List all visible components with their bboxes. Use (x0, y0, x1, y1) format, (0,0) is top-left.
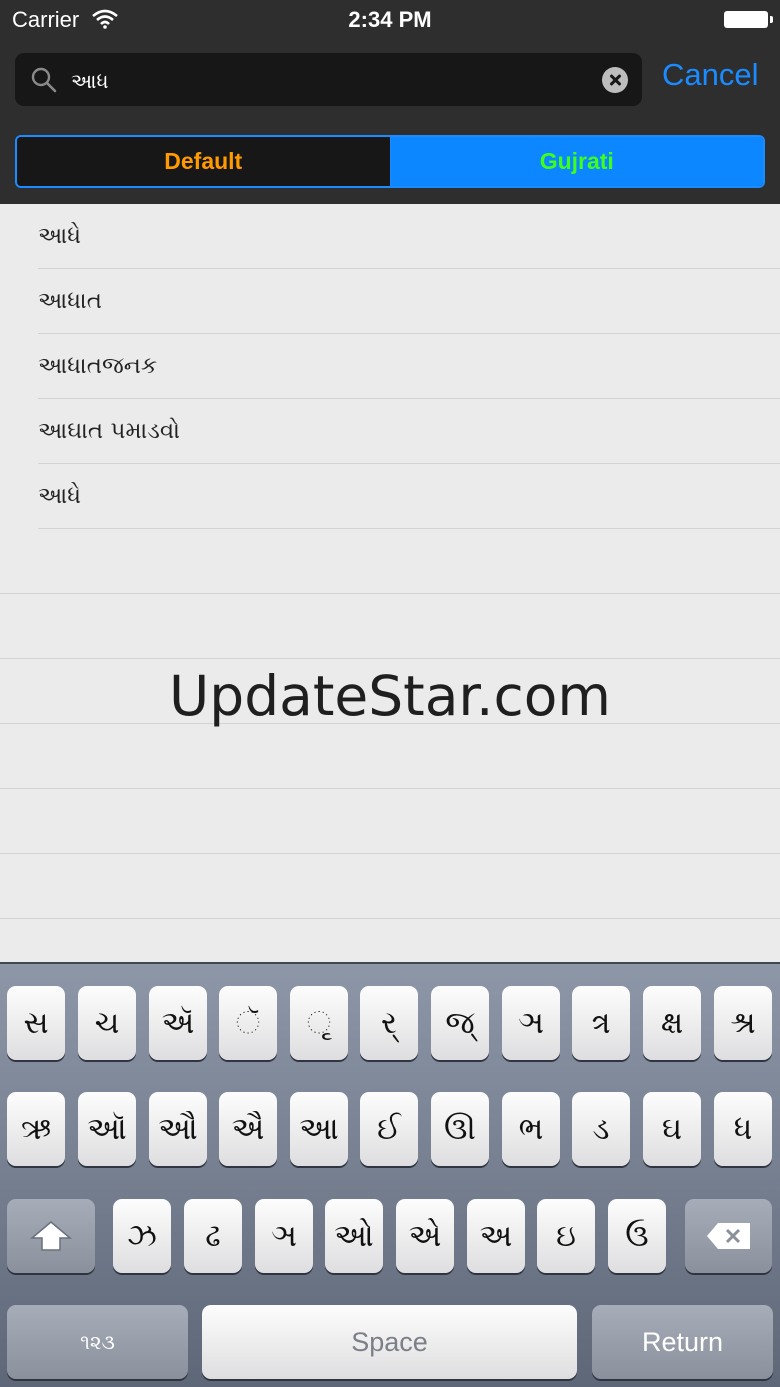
numbers-key[interactable]: ૧૨૩ (7, 1305, 188, 1379)
status-time: 2:34 PM (348, 7, 432, 32)
key[interactable]: ઓ (325, 1199, 383, 1273)
key[interactable]: જ્ (431, 986, 489, 1060)
battery-icon (724, 11, 773, 28)
space-key[interactable]: Space (202, 1305, 577, 1379)
empty-row (0, 789, 780, 854)
list-item[interactable]: આધાતજનક (38, 334, 780, 399)
key[interactable]: ઉ (608, 1199, 666, 1273)
watermark: UpdateStar.com (169, 664, 611, 728)
segment-gujrati[interactable]: Gujrati (390, 137, 763, 186)
segment-default[interactable]: Default (17, 137, 391, 186)
empty-row (0, 724, 780, 789)
key[interactable]: ઇ (537, 1199, 595, 1273)
list-item[interactable]: આધાત (38, 269, 780, 334)
search-header: Cancel Default Gujrati (0, 40, 780, 204)
key[interactable]: ઘ (643, 1092, 701, 1166)
clear-icon[interactable] (602, 67, 628, 93)
key[interactable]: ધ (714, 1092, 772, 1166)
key[interactable]: સ (7, 986, 65, 1060)
search-icon (31, 67, 57, 93)
key[interactable]: ઈ (360, 1092, 418, 1166)
key[interactable]: ચ (78, 986, 136, 1060)
results-list: આધે આધાત આધાતજનક આઘાત પમાડવો આધે UpdateS… (0, 204, 780, 962)
return-key[interactable]: Return (592, 1305, 773, 1379)
backspace-icon (706, 1223, 750, 1249)
key[interactable]: ત્ર (572, 986, 630, 1060)
key[interactable]: અ (467, 1199, 525, 1273)
search-input[interactable] (69, 63, 593, 99)
key[interactable]: ડ (572, 1092, 630, 1166)
search-field[interactable] (15, 53, 642, 106)
key[interactable]: ઑ (78, 1092, 136, 1166)
shift-icon (29, 1221, 73, 1251)
key[interactable]: ઞ (502, 986, 560, 1060)
key[interactable]: ઊ (431, 1092, 489, 1166)
empty-row (0, 854, 780, 919)
list-item[interactable]: આધે (38, 464, 780, 529)
language-segmented-control[interactable]: Default Gujrati (15, 135, 765, 188)
key[interactable]: ઋ (7, 1092, 65, 1166)
list-item[interactable]: આધે (38, 204, 780, 269)
key[interactable]: ઔ (149, 1092, 207, 1166)
cancel-button[interactable]: Cancel (662, 57, 759, 93)
shift-key[interactable] (7, 1199, 95, 1273)
key[interactable]: શ્ર (714, 986, 772, 1060)
key[interactable]: ૃ (290, 986, 348, 1060)
list-item[interactable]: આઘાત પમાડવો (38, 399, 780, 464)
key[interactable]: આ (290, 1092, 348, 1166)
gujarati-keyboard: સ ચ ઍ ૅ ૃ ર્ જ્ ઞ ત્ર ક્ષ શ્ર ઋ ઑ ઔ ઐ આ … (0, 962, 780, 1387)
key[interactable]: ઞ (255, 1199, 313, 1273)
empty-row (0, 529, 780, 594)
backspace-key[interactable] (685, 1199, 772, 1273)
key[interactable]: ઢ (184, 1199, 242, 1273)
key[interactable]: ઝ (113, 1199, 171, 1273)
key[interactable]: ઐ (219, 1092, 277, 1166)
key[interactable]: ૅ (219, 986, 277, 1060)
empty-row (0, 594, 780, 659)
key[interactable]: ઍ (149, 986, 207, 1060)
key[interactable]: ક્ષ (643, 986, 701, 1060)
key[interactable]: ર્ (360, 986, 418, 1060)
key[interactable]: ભ (502, 1092, 560, 1166)
key[interactable]: એ (396, 1199, 454, 1273)
status-bar: Carrier 2:34 PM (0, 0, 780, 40)
